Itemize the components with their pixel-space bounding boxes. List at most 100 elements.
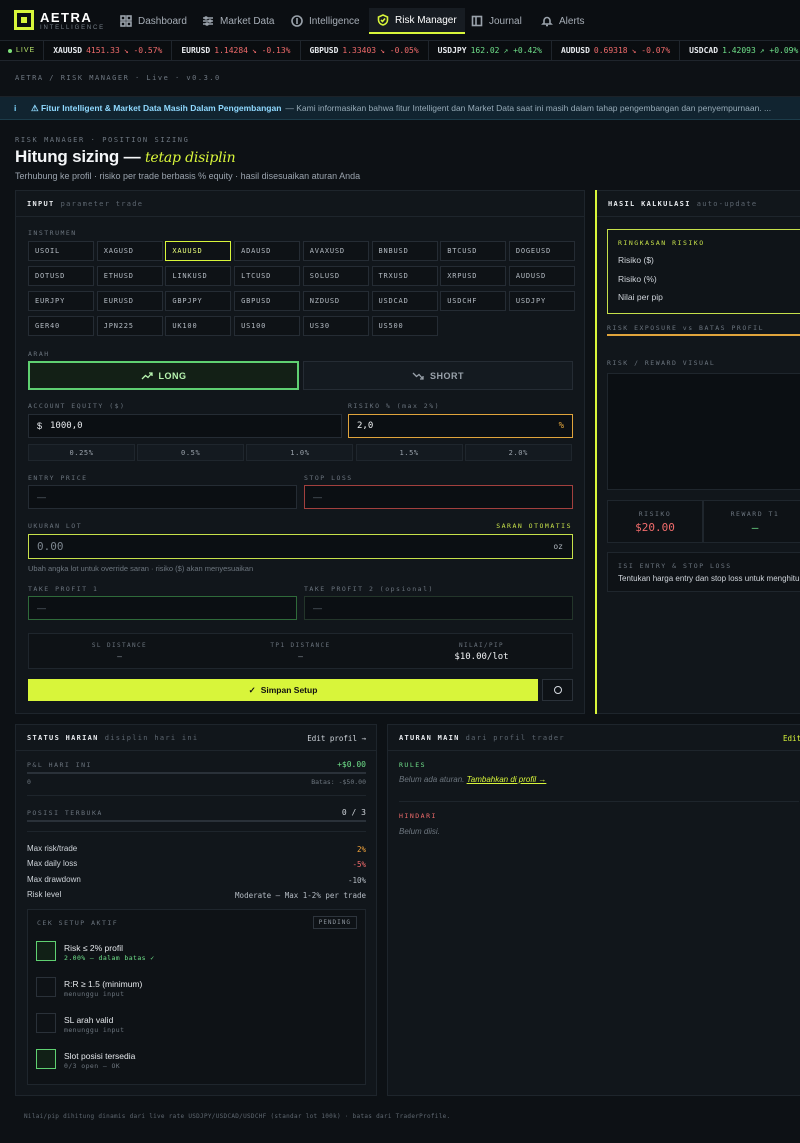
long-button[interactable]: LONG (28, 361, 299, 390)
instrument-chip[interactable]: BNBUSD (371, 241, 438, 261)
instrument-chip[interactable]: BTCUSD (440, 241, 507, 261)
instrument-chip[interactable]: USDCHF (440, 291, 507, 311)
instrument-chip[interactable]: US100 (234, 316, 301, 336)
instrument-chip[interactable]: UK100 (165, 316, 232, 336)
risk-preset-button[interactable]: 0.5% (137, 444, 245, 461)
take-profit-1-input[interactable]: — (28, 596, 297, 620)
instrument-chip[interactable]: USDCAD (371, 291, 438, 311)
ticker-sym: GBPUSD (309, 46, 339, 55)
nav-label: Journal (489, 15, 522, 27)
reset-button[interactable] (542, 679, 573, 701)
limit-label: Max drawdown (27, 874, 81, 884)
risk-summary-box: RINGKASAN RISIKO Risiko ($) Risiko (%) N… (607, 229, 800, 314)
entry-label: ENTRY PRICE (28, 474, 88, 482)
instrument-chip[interactable]: XRPUSD (440, 266, 507, 286)
nav-label: Risk Manager (395, 14, 457, 26)
instrument-chip[interactable]: SOLUSD (302, 266, 369, 286)
nav-dashboard[interactable]: Dashboard (112, 8, 195, 34)
nav-alerts[interactable]: Alerts (533, 8, 593, 34)
entry-price-input[interactable]: — (28, 485, 297, 509)
instrument-chip[interactable]: XAUUSD (165, 241, 232, 261)
nav-label: Dashboard (138, 15, 187, 27)
nav-intelligence[interactable]: Intelligence (283, 8, 368, 34)
instrument-chip[interactable]: DOGEUSD (508, 241, 575, 261)
ticker-item[interactable]: AUDUSD 0.69318 ↘ -0.07% (552, 41, 681, 60)
risk-preset-button[interactable]: 0.25% (28, 444, 135, 461)
instrument-chip[interactable]: DOTUSD (28, 266, 94, 286)
check-icon: ✓ (248, 684, 256, 695)
risk-preset-button[interactable]: 1.0% (246, 444, 354, 461)
rules-label: RULES (399, 761, 427, 769)
instrument-chip[interactable]: ADAUSD (234, 241, 301, 261)
brand-subtitle: INTELLIGENCE (40, 25, 105, 31)
check-subtitle: 0/3 open — OK (64, 1062, 121, 1070)
reset-icon (553, 686, 562, 694)
book-icon (471, 15, 483, 27)
edit-rules-link[interactable]: Edit (783, 734, 800, 743)
limit-label: Risk level (27, 889, 62, 899)
instrument-chip[interactable]: EURJPY (28, 291, 94, 311)
info-icon: i (14, 103, 17, 113)
empty-state-title: ISI ENTRY & STOP LOSS (618, 562, 732, 570)
stat-label: SL DISTANCE (91, 642, 148, 649)
limit-value: -10% (347, 875, 366, 885)
open-positions-label: POSISI TERBUKA (27, 809, 103, 817)
aetra-logo-icon[interactable] (14, 10, 34, 30)
nav-label: Alerts (559, 15, 585, 27)
instrument-chip[interactable]: US500 (371, 316, 438, 336)
risk-value: $20.00 (635, 521, 675, 534)
instrument-chip[interactable]: EURUSD (96, 291, 163, 311)
lot-hint: Ubah angka lot untuk override saran · ri… (28, 564, 254, 573)
ticker-item[interactable]: USDJPY 162.02 ↗ +0.42% (429, 41, 552, 60)
instrument-chip[interactable]: GER40 (28, 316, 94, 336)
add-rules-link[interactable]: Tambahkan di profil → (467, 775, 547, 784)
instrument-chip[interactable]: XAGUSD (96, 241, 163, 261)
summary-label: RINGKASAN RISIKO (618, 239, 705, 247)
save-setup-button[interactable]: ✓ Simpan Setup (28, 679, 538, 701)
instrument-chip[interactable]: GBPJPY (165, 291, 232, 311)
instrument-chip[interactable]: USOIL (28, 241, 94, 261)
check-status-box (36, 1049, 56, 1069)
brand-name[interactable]: AETRA (40, 10, 92, 25)
risk-preset-button[interactable]: 2.0% (464, 444, 572, 461)
ticker-item[interactable]: USDCAD 1.42093 ↗ +0.09% (680, 41, 800, 60)
exposure-label: RISK EXPOSURE vs BATAS PROFIL (607, 324, 764, 332)
instrument-chip[interactable]: US30 (302, 316, 369, 336)
instrument-chip[interactable]: JPN225 (96, 316, 163, 336)
instrument-chip[interactable]: GBPUSD (234, 291, 301, 311)
title-accent: tetap disiplin (144, 150, 236, 166)
short-button[interactable]: SHORT (303, 361, 573, 390)
nav-market-data[interactable]: Market Data (194, 8, 282, 34)
instrument-chip[interactable]: AVAXUSD (302, 241, 369, 261)
risk-preset-button[interactable]: 1.5% (355, 444, 463, 461)
ticker-item[interactable]: GBPUSD 1.33403 ↘ -0.05% (301, 41, 429, 60)
instrument-chip[interactable]: ETHUSD (96, 266, 163, 286)
instrument-chip[interactable]: AUDUSD (508, 266, 575, 286)
equity-input[interactable]: $1000,0 (28, 414, 342, 438)
banner-title: ⚠ Fitur Intelligent & Market Data Masih … (31, 102, 282, 113)
ticker-price: 1.33403 (342, 46, 377, 55)
input-panel-header: INPUT parameter trade (16, 191, 584, 217)
check-label: CEK SETUP AKTIF (37, 919, 119, 927)
rr-visual-canvas (607, 373, 800, 490)
check-status-box (36, 941, 56, 961)
ticker-item[interactable]: XAUUSD 4151.33 ↘ -0.57% (44, 41, 173, 60)
risk-percent-input[interactable]: 2,0% (348, 414, 573, 438)
instrument-chip[interactable]: LINKUSD (165, 266, 232, 286)
divider (27, 831, 366, 832)
take-profit-2-input[interactable]: — (304, 596, 573, 620)
nav-label: Market Data (220, 15, 275, 27)
lot-size-input[interactable]: 0.00 oz (28, 534, 573, 559)
distance-stats: SL DISTANCE — TP1 DISTANCE — NILAI/PIP $10.00… (28, 633, 573, 669)
instrument-chip[interactable]: LTCUSD (234, 266, 301, 286)
ticker-item[interactable]: EURUSD 1.14284 ↘ -0.13% (172, 41, 301, 60)
edit-profile-link[interactable]: Edit profil → (307, 734, 366, 743)
limit-value: -5% (352, 860, 366, 870)
nav-journal[interactable]: Journal (463, 8, 530, 34)
instrument-chip[interactable]: NZDUSD (302, 291, 369, 311)
instrument-chip[interactable]: USDJPY (508, 291, 575, 311)
ticker-price: 1.14284 (214, 46, 248, 55)
nav-risk-manager[interactable]: Risk Manager (369, 8, 465, 34)
stop-loss-input[interactable]: — (304, 485, 573, 509)
instrument-chip[interactable]: TRXUSD (371, 266, 438, 286)
